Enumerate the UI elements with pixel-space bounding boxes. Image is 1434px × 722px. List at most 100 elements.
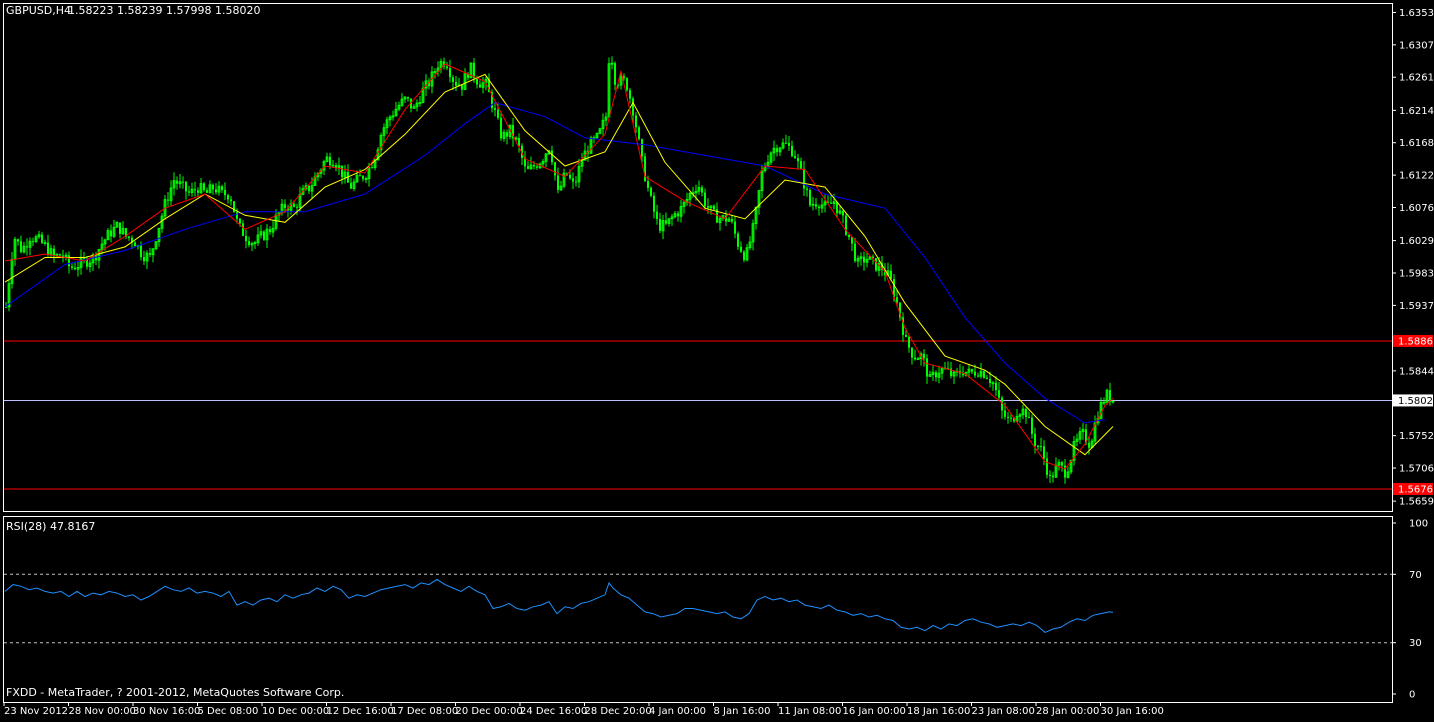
price-marker-label: 1.58020 xyxy=(1398,396,1434,407)
rsi-tick-label: 70 xyxy=(1409,570,1422,581)
candle-body-bear xyxy=(614,63,616,85)
candle-body-bear xyxy=(197,190,199,193)
candle-body-bear xyxy=(926,358,928,377)
rsi-tick-label: 100 xyxy=(1409,519,1428,530)
candle xyxy=(607,57,611,119)
rsi-indicator-label: RSI(28) 47.8167 xyxy=(6,520,95,533)
price-tick-label: 1.56590 xyxy=(1399,497,1434,508)
candle-body-bear xyxy=(533,164,535,167)
candle-body-bear xyxy=(359,175,361,177)
candle-body-bear xyxy=(989,378,991,383)
candle-body-bear xyxy=(974,371,976,376)
candle-body-bear xyxy=(449,68,451,78)
candle xyxy=(598,127,602,135)
price-tick-label: 1.62140 xyxy=(1399,106,1434,117)
candle-body-bear xyxy=(296,206,298,208)
candle xyxy=(644,152,646,183)
metatrader-chart-window[interactable]: 1.63530 1.63070 1.62610 1.62140 1.61680 1.612… xyxy=(0,0,1434,718)
candle-body-bear xyxy=(527,166,529,169)
candle-body-bear xyxy=(473,62,475,78)
candle-body-bear xyxy=(554,162,556,176)
time-tick-label: 5 Dec 08:00 xyxy=(198,706,259,717)
candle-body-bear xyxy=(284,204,286,209)
time-tick-label: 20 Dec 00:00 xyxy=(456,706,523,717)
candle xyxy=(7,279,11,312)
candle-body-bear xyxy=(653,195,655,212)
candle-body-bear xyxy=(176,180,178,184)
price-tick-label: 1.61220 xyxy=(1399,171,1434,182)
candle-body-bear xyxy=(20,241,22,253)
copyright-label: FXDD - MetaTrader, ? 2001-2012, MetaQuot… xyxy=(6,686,344,699)
candle-body-bear xyxy=(1088,442,1090,448)
candle-body-bear xyxy=(647,181,649,188)
candle-body-bear xyxy=(713,205,715,210)
candle-body-bear xyxy=(455,82,457,86)
price-tick-label: 1.59830 xyxy=(1399,268,1434,279)
candle-body-bear xyxy=(1007,416,1009,418)
candle-body-bear xyxy=(371,167,373,169)
price-tick-label: 1.61680 xyxy=(1399,138,1434,149)
candle-body-bear xyxy=(134,242,136,247)
time-tick-label: 10 Dec 00:00 xyxy=(262,706,329,717)
candle-body-bear xyxy=(245,235,247,242)
candle-body-bear xyxy=(242,223,244,236)
candle-body-bear xyxy=(41,234,43,243)
candle-body-bear xyxy=(47,242,49,255)
candle-body-bear xyxy=(731,218,733,222)
candle-body-bear xyxy=(707,206,709,208)
price-tick-label: 1.62610 xyxy=(1399,73,1434,84)
candle-body-bear xyxy=(182,181,184,183)
candle-body-bear xyxy=(734,221,736,234)
candle xyxy=(626,77,628,92)
candle-body-bear xyxy=(461,84,463,90)
candle-body-bear xyxy=(743,251,745,260)
candle-body-bear xyxy=(1061,462,1063,466)
candle-body-bear xyxy=(659,218,661,231)
candle-body-bear xyxy=(32,241,34,243)
candle-body-bear xyxy=(194,189,196,191)
time-tick-label: 30 Nov 16:00 xyxy=(133,706,200,717)
candle-body-bear xyxy=(17,239,19,242)
candle-body-bear xyxy=(794,156,796,159)
candle-body-bear xyxy=(704,192,706,207)
candle-body-bear xyxy=(641,139,643,157)
candle-body-bear xyxy=(59,254,61,256)
candle-body-bear xyxy=(1028,417,1030,419)
candle-body-bear xyxy=(407,97,409,99)
candle-body-bear xyxy=(629,90,631,99)
candle-body-bear xyxy=(497,109,499,118)
candle-body-bear xyxy=(650,187,652,196)
ohlc-readout: 1.58223 1.58239 1.57998 1.58020 xyxy=(68,4,260,17)
candle xyxy=(983,369,985,379)
candle-body-bear xyxy=(452,77,454,83)
candle-body-bear xyxy=(248,241,250,245)
candle-body-bear xyxy=(776,148,778,152)
candle-body-bear xyxy=(911,347,913,358)
candle-body-bear xyxy=(905,334,907,337)
candle-body-bear xyxy=(995,382,997,391)
candle-body-bear xyxy=(830,202,832,204)
candle-body-bear xyxy=(632,98,634,116)
candle-body-bear xyxy=(818,206,820,209)
candle-body-bear xyxy=(500,117,502,139)
candle-body-bear xyxy=(185,181,187,192)
time-tick-label: 23 Nov 2012 xyxy=(4,706,68,717)
time-tick-label: 28 Nov 00:00 xyxy=(69,706,136,717)
candle-body-bear xyxy=(269,229,271,233)
time-tick-label: 8 Jan 16:00 xyxy=(714,706,771,717)
candle-body-bear xyxy=(1025,409,1027,418)
chart-canvas[interactable]: 1.63530 1.63070 1.62610 1.62140 1.61680 1.612… xyxy=(0,0,1434,718)
price-tick-label: 1.59370 xyxy=(1399,301,1434,312)
price-tick-label: 1.57520 xyxy=(1399,431,1434,442)
candle-body-bear xyxy=(914,357,916,360)
rsi-tick-label: 0 xyxy=(1409,690,1415,701)
candle-body-bear xyxy=(1049,474,1051,476)
time-tick-label: 30 Jan 16:00 xyxy=(1101,706,1164,717)
time-tick-label: 28 Jan 00:00 xyxy=(1036,706,1099,717)
candle-body-bear xyxy=(701,187,703,193)
candle-body-bear xyxy=(1010,417,1012,419)
candle-body-bear xyxy=(212,184,214,190)
candle-body-bear xyxy=(626,78,628,91)
rsi-tick-label: 30 xyxy=(1409,638,1422,649)
candle-body-bear xyxy=(536,166,538,168)
